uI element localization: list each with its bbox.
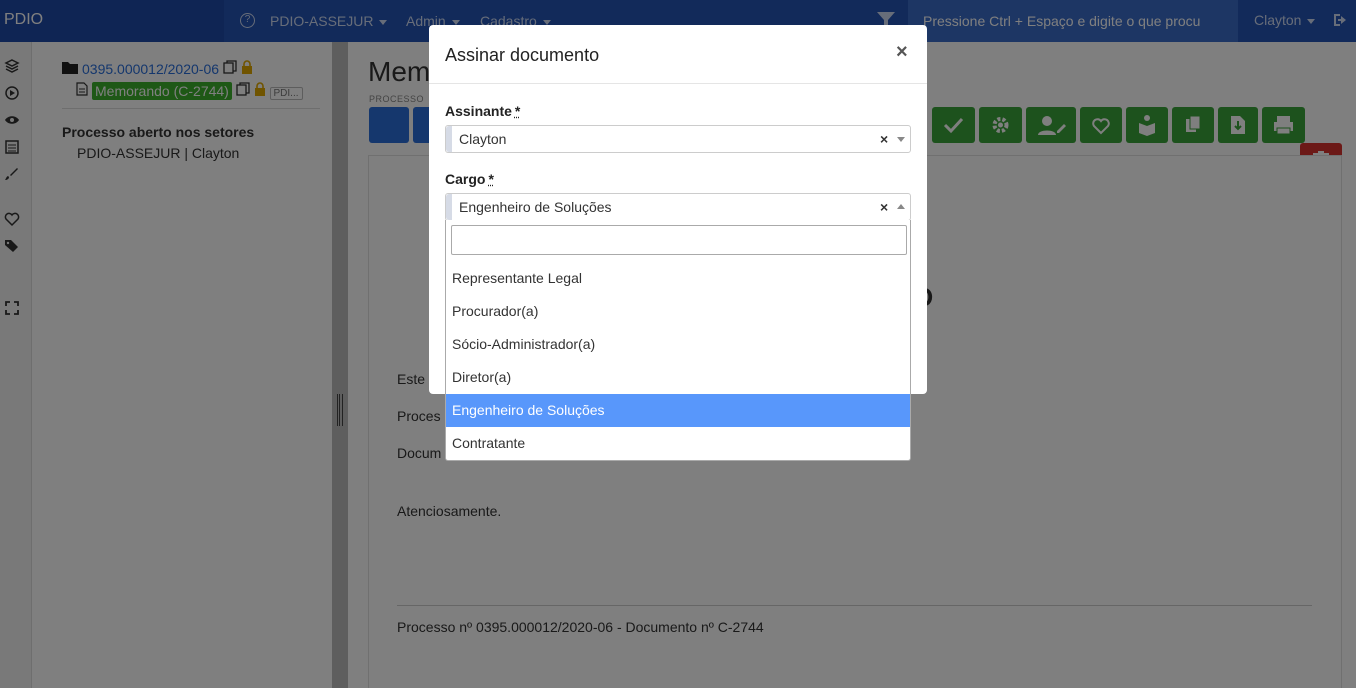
required-marker: * [514, 103, 521, 119]
modal-title: Assinar documento [445, 45, 600, 65]
dropdown-search-input[interactable] [451, 225, 907, 255]
cargo-select[interactable]: Engenheiro de Soluções × [445, 193, 911, 221]
select-accent [446, 126, 452, 152]
chevron-down-icon[interactable] [897, 137, 905, 142]
cargo-option[interactable]: Procurador(a) [446, 295, 910, 328]
cargo-value: Engenheiro de Soluções [459, 199, 612, 215]
assinante-value: Clayton [459, 131, 507, 147]
select-accent [446, 194, 452, 220]
cargo-label: Cargo * [445, 171, 494, 187]
assinante-label: Assinante * [445, 103, 520, 119]
cargo-option[interactable]: Diretor(a) [446, 361, 910, 394]
assinante-label-text: Assinante [445, 103, 512, 119]
clear-icon[interactable]: × [880, 199, 888, 215]
cargo-option[interactable]: Sócio-Administrador(a) [446, 328, 910, 361]
cargo-dropdown: Representante Legal Procurador(a) Sócio-… [445, 220, 911, 461]
cargo-option[interactable]: Contratante [446, 427, 910, 460]
close-icon[interactable]: × [896, 41, 908, 64]
required-marker: * [488, 171, 494, 187]
assinante-select[interactable]: Clayton × [445, 125, 911, 153]
clear-icon[interactable]: × [880, 131, 888, 147]
cargo-label-text: Cargo [445, 171, 486, 187]
cargo-option[interactable]: Representante Legal [446, 262, 910, 295]
cargo-option-selected[interactable]: Engenheiro de Soluções [446, 394, 910, 427]
chevron-up-icon[interactable] [897, 204, 905, 209]
modal-header: Assinar documento × [429, 25, 927, 84]
